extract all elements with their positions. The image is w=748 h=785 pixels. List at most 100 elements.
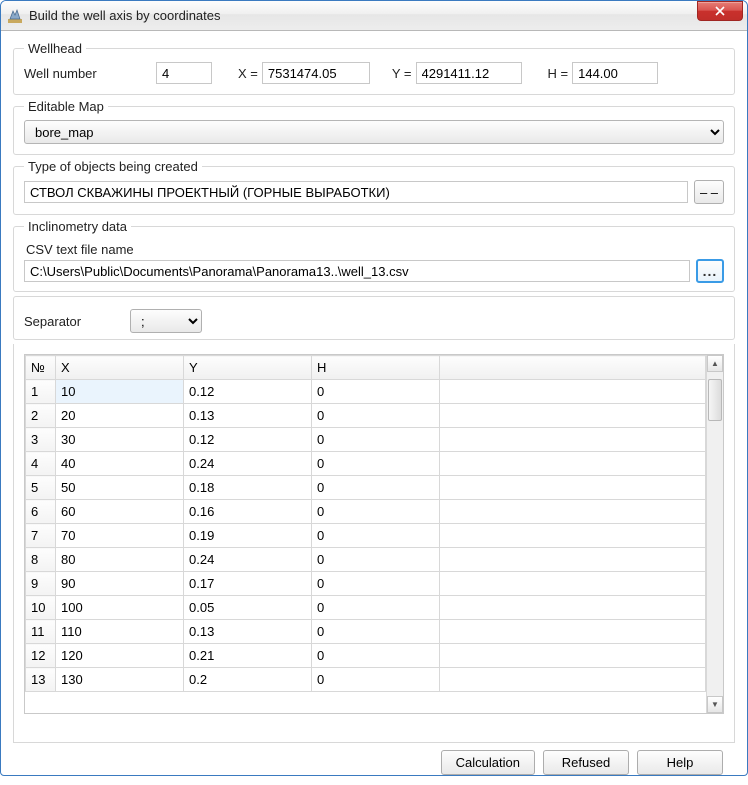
cell-x[interactable]: 30 [56, 428, 184, 452]
editable-map-select[interactable]: bore_map [24, 120, 724, 144]
row-number: 12 [26, 644, 56, 668]
row-number: 7 [26, 524, 56, 548]
cell-y[interactable]: 0.19 [184, 524, 312, 548]
cell-x[interactable]: 70 [56, 524, 184, 548]
cell-y[interactable]: 0.13 [184, 404, 312, 428]
h-label: H = [548, 66, 569, 81]
inclinometry-legend: Inclinometry data [24, 219, 131, 234]
col-n[interactable]: № [26, 356, 56, 380]
cell-empty [440, 476, 706, 500]
cell-h[interactable]: 0 [312, 644, 440, 668]
y-input[interactable] [416, 62, 522, 84]
row-number: 5 [26, 476, 56, 500]
separator-select[interactable]: ; [130, 309, 202, 333]
coordinates-table[interactable]: № X Y H 1100.1202200.1303300.1204400.240… [25, 355, 706, 692]
well-number-input[interactable] [156, 62, 212, 84]
cell-h[interactable]: 0 [312, 524, 440, 548]
table-row[interactable]: 121200.210 [26, 644, 706, 668]
cell-y[interactable]: 0.12 [184, 380, 312, 404]
cell-y[interactable]: 0.24 [184, 548, 312, 572]
cell-x[interactable]: 80 [56, 548, 184, 572]
row-number: 9 [26, 572, 56, 596]
cell-empty [440, 668, 706, 692]
close-button[interactable] [697, 1, 743, 21]
calculation-button[interactable]: Calculation [441, 750, 535, 775]
table-row[interactable]: 101000.050 [26, 596, 706, 620]
row-number: 3 [26, 428, 56, 452]
cell-h[interactable]: 0 [312, 572, 440, 596]
col-x[interactable]: X [56, 356, 184, 380]
cell-y[interactable]: 0.12 [184, 428, 312, 452]
cell-h[interactable]: 0 [312, 548, 440, 572]
col-y[interactable]: Y [184, 356, 312, 380]
scroll-up-icon[interactable]: ▲ [707, 355, 723, 372]
cell-y[interactable]: 0.05 [184, 596, 312, 620]
x-input[interactable] [262, 62, 370, 84]
object-type-picker-button[interactable]: – – [694, 180, 724, 204]
row-number: 4 [26, 452, 56, 476]
cell-y[interactable]: 0.13 [184, 620, 312, 644]
cell-x[interactable]: 10 [56, 380, 184, 404]
row-number: 10 [26, 596, 56, 620]
table-row[interactable]: 3300.120 [26, 428, 706, 452]
separator-label: Separator [24, 314, 114, 329]
cell-x[interactable]: 60 [56, 500, 184, 524]
cell-h[interactable]: 0 [312, 452, 440, 476]
h-input[interactable] [572, 62, 658, 84]
cell-h[interactable]: 0 [312, 620, 440, 644]
cell-x[interactable]: 100 [56, 596, 184, 620]
table-row[interactable]: 8800.240 [26, 548, 706, 572]
col-h[interactable]: H [312, 356, 440, 380]
y-label: Y = [392, 66, 412, 81]
object-type-legend: Type of objects being created [24, 159, 202, 174]
cell-x[interactable]: 50 [56, 476, 184, 500]
cell-x[interactable]: 120 [56, 644, 184, 668]
table-header-row: № X Y H [26, 356, 706, 380]
vertical-scrollbar[interactable]: ▲ ▼ [706, 355, 723, 713]
cell-h[interactable]: 0 [312, 380, 440, 404]
row-number: 8 [26, 548, 56, 572]
data-table-container: № X Y H 1100.1202200.1303300.1204400.240… [13, 344, 735, 743]
window-title: Build the well axis by coordinates [29, 8, 697, 23]
cell-y[interactable]: 0.21 [184, 644, 312, 668]
row-number: 2 [26, 404, 56, 428]
cell-y[interactable]: 0.24 [184, 452, 312, 476]
table-row[interactable]: 131300.20 [26, 668, 706, 692]
help-button[interactable]: Help [637, 750, 723, 775]
cell-x[interactable]: 90 [56, 572, 184, 596]
cell-empty [440, 380, 706, 404]
table-row[interactable]: 2200.130 [26, 404, 706, 428]
cell-h[interactable]: 0 [312, 428, 440, 452]
table-row[interactable]: 4400.240 [26, 452, 706, 476]
cell-h[interactable]: 0 [312, 668, 440, 692]
object-type-input[interactable] [24, 181, 688, 203]
cell-x[interactable]: 20 [56, 404, 184, 428]
cell-y[interactable]: 0.2 [184, 668, 312, 692]
browse-button[interactable]: ... [696, 259, 724, 283]
table-row[interactable]: 1100.120 [26, 380, 706, 404]
scroll-thumb[interactable] [708, 379, 722, 421]
cell-y[interactable]: 0.17 [184, 572, 312, 596]
scroll-down-icon[interactable]: ▼ [707, 696, 723, 713]
cell-y[interactable]: 0.16 [184, 500, 312, 524]
table-row[interactable]: 111100.130 [26, 620, 706, 644]
object-type-group: Type of objects being created – – [13, 159, 735, 215]
table-row[interactable]: 6600.160 [26, 500, 706, 524]
cell-h[interactable]: 0 [312, 500, 440, 524]
table-row[interactable]: 9900.170 [26, 572, 706, 596]
cell-x[interactable]: 130 [56, 668, 184, 692]
cell-x[interactable]: 110 [56, 620, 184, 644]
table-row[interactable]: 5500.180 [26, 476, 706, 500]
csv-path-input[interactable] [24, 260, 690, 282]
cell-h[interactable]: 0 [312, 404, 440, 428]
cell-x[interactable]: 40 [56, 452, 184, 476]
table-row[interactable]: 7700.190 [26, 524, 706, 548]
cell-empty [440, 620, 706, 644]
separator-group: Separator ; [13, 296, 735, 340]
cell-empty [440, 428, 706, 452]
cell-h[interactable]: 0 [312, 596, 440, 620]
refused-button[interactable]: Refused [543, 750, 629, 775]
cell-empty [440, 524, 706, 548]
cell-h[interactable]: 0 [312, 476, 440, 500]
cell-y[interactable]: 0.18 [184, 476, 312, 500]
